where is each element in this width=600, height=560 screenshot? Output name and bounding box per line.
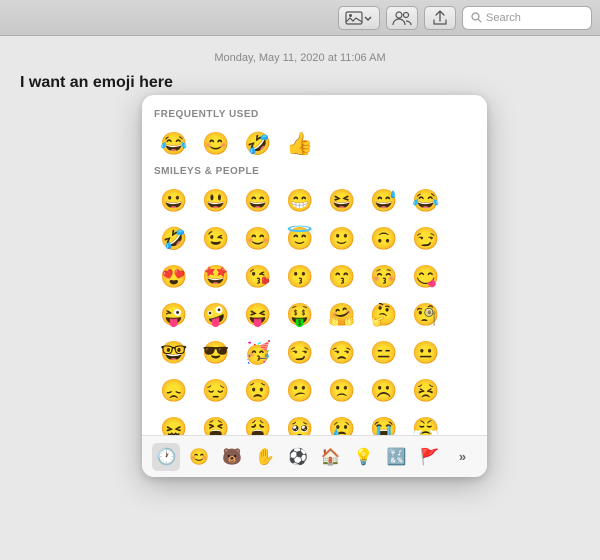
emoji-persevering[interactable]: 😣 xyxy=(406,373,446,409)
emoji-heart-eyes[interactable]: 😍 xyxy=(154,259,194,295)
emoji-kissing-heart[interactable]: 😘 xyxy=(238,259,278,295)
emoji-tired[interactable]: 😫 xyxy=(196,411,236,435)
emoji-confused[interactable]: 😕 xyxy=(280,373,320,409)
emoji-joy[interactable]: 😂 xyxy=(406,183,446,219)
symbols2-category-btn[interactable]: 🔣 xyxy=(383,443,411,471)
emoji-sunglasses[interactable]: 😎 xyxy=(196,335,236,371)
smiley-row-4: 😜 🤪 😝 🤑 🤗 🤔 🧐 xyxy=(154,297,475,333)
search-placeholder: Search xyxy=(486,12,521,24)
smiley-row-7: 😖 😫 😩 🥺 😢 😭 😤 xyxy=(154,411,475,435)
emoji-slightly-smiling[interactable]: 🙂 xyxy=(322,221,362,257)
animals-category-btn[interactable]: 🐻 xyxy=(218,443,246,471)
emoji-cry[interactable]: 😢 xyxy=(322,411,362,435)
emoji-angry[interactable]: 😤 xyxy=(406,411,446,435)
emoji-hugging[interactable]: 🤗 xyxy=(322,297,362,333)
emoji-rofl2[interactable]: 🤣 xyxy=(154,221,194,257)
emoji-pleading[interactable]: 🥺 xyxy=(280,411,320,435)
smiley-category-btn[interactable]: 😊 xyxy=(185,443,213,471)
smiley-row-3: 😍 🤩 😘 😗 😙 😚 😋 xyxy=(154,259,475,295)
frequently-used-row: 😂 😊 🤣 👍 xyxy=(154,126,475,162)
image-icon-button[interactable] xyxy=(338,6,380,30)
emoji-worried[interactable]: 😟 xyxy=(238,373,278,409)
symbols-category-btn[interactable]: 💡 xyxy=(350,443,378,471)
emoji-unamused[interactable]: 😒 xyxy=(322,335,362,371)
emoji-kissing-closed[interactable]: 😚 xyxy=(364,259,404,295)
share-icon-button[interactable] xyxy=(424,6,456,30)
emoji-weary[interactable]: 😩 xyxy=(238,411,278,435)
emoji-grin[interactable]: 😁 xyxy=(280,183,320,219)
emoji-monocle[interactable]: 🧐 xyxy=(406,297,446,333)
emoji-partying[interactable]: 🥳 xyxy=(238,335,278,371)
emoji-smile[interactable]: 😊 xyxy=(196,126,236,162)
emoji-thumbsup[interactable]: 👍 xyxy=(280,126,320,162)
emoji-smirk2[interactable]: 😏 xyxy=(280,335,320,371)
emoji-kissing-smiling[interactable]: 😙 xyxy=(322,259,362,295)
emoji-innocent[interactable]: 😇 xyxy=(280,221,320,257)
emoji-grinning[interactable]: 😀 xyxy=(154,183,194,219)
emoji-money-mouth[interactable]: 🤑 xyxy=(280,297,320,333)
emoji-smile2[interactable]: 😄 xyxy=(238,183,278,219)
hands-category-btn[interactable]: ✋ xyxy=(251,443,279,471)
emoji-thinking[interactable]: 🤔 xyxy=(364,297,404,333)
smiley-row-1: 😀 😃 😄 😁 😆 😅 😂 xyxy=(154,183,475,219)
emoji-sob[interactable]: 😭 xyxy=(364,411,404,435)
picker-body[interactable]: FREQUENTLY USED 😂 😊 🤣 👍 SMILEYS & PEOPLE… xyxy=(142,95,487,435)
objects-category-btn[interactable]: 🏠 xyxy=(317,443,345,471)
emoji-pensive[interactable]: 😔 xyxy=(196,373,236,409)
frequently-used-label: FREQUENTLY USED xyxy=(154,109,475,120)
emoji-neutral[interactable]: 😐 xyxy=(406,335,446,371)
emoji-upside-down[interactable]: 🙃 xyxy=(364,221,404,257)
emoji-yum[interactable]: 😋 xyxy=(406,259,446,295)
picker-footer: 🕐 😊 🐻 ✋ ⚽ 🏠 💡 🔣 🚩 » xyxy=(142,435,487,477)
emoji-kissing[interactable]: 😗 xyxy=(280,259,320,295)
smiley-row-2: 🤣 😉 😊 😇 🙂 🙃 😏 xyxy=(154,221,475,257)
emoji-sweat-smile[interactable]: 😅 xyxy=(364,183,404,219)
emoji-slightly-frowning[interactable]: 🙁 xyxy=(322,373,362,409)
flags-category-btn[interactable]: 🚩 xyxy=(416,443,444,471)
emoji-picker: FREQUENTLY USED 😂 😊 🤣 👍 SMILEYS & PEOPLE… xyxy=(142,95,487,477)
emoji-wink[interactable]: 😉 xyxy=(196,221,236,257)
sports-category-btn[interactable]: ⚽ xyxy=(284,443,312,471)
smileys-label: SMILEYS & PEOPLE xyxy=(154,166,475,177)
emoji-stuck-out-tongue-wink[interactable]: 😜 xyxy=(154,297,194,333)
message-text: I want an emoji here xyxy=(20,74,580,92)
toolbar: Search xyxy=(0,0,600,36)
search-bar[interactable]: Search xyxy=(462,6,592,30)
date-label: Monday, May 11, 2020 at 11:06 AM xyxy=(20,52,580,64)
emoji-laughing2[interactable]: 😆 xyxy=(322,183,362,219)
emoji-nerd[interactable]: 🤓 xyxy=(154,335,194,371)
emoji-confounded[interactable]: 😖 xyxy=(154,411,194,435)
emoji-expressionless[interactable]: 😑 xyxy=(364,335,404,371)
emoji-zany[interactable]: 🤪 xyxy=(196,297,236,333)
emoji-laughing[interactable]: 😂 xyxy=(154,126,194,162)
smiley-row-6: 😞 😔 😟 😕 🙁 ☹️ 😣 xyxy=(154,373,475,409)
smiley-row-5: 🤓 😎 🥳 😏 😒 😑 😐 xyxy=(154,335,475,371)
emoji-smirk[interactable]: 😏 xyxy=(406,221,446,257)
emoji-rofl[interactable]: 🤣 xyxy=(238,126,278,162)
emoji-star-struck[interactable]: 🤩 xyxy=(196,259,236,295)
emoji-blush[interactable]: 😊 xyxy=(238,221,278,257)
recent-category-btn[interactable]: 🕐 xyxy=(152,443,180,471)
emoji-stuck-out-tongue-closed[interactable]: 😝 xyxy=(238,297,278,333)
emoji-frowning[interactable]: ☹️ xyxy=(364,373,404,409)
emoji-smiley[interactable]: 😃 xyxy=(196,183,236,219)
people-icon-button[interactable] xyxy=(386,6,418,30)
emoji-disappointed[interactable]: 😞 xyxy=(154,373,194,409)
more-category-btn[interactable]: » xyxy=(448,443,476,471)
